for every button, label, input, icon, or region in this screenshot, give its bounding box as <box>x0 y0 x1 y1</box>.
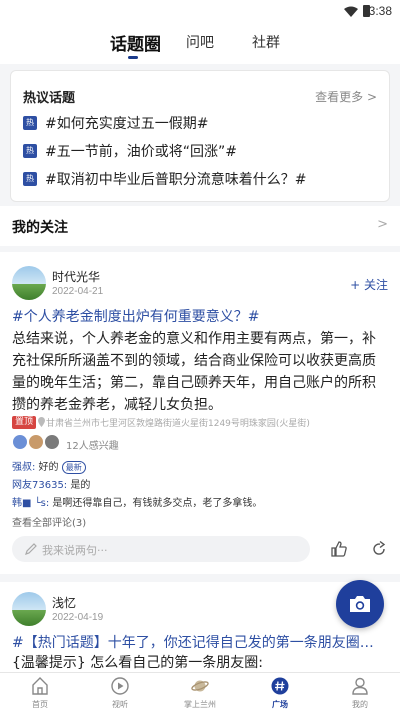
active-tab-indicator <box>128 56 138 59</box>
post-divider <box>0 574 400 582</box>
nav-home[interactable]: 首页 <box>0 673 80 711</box>
reply-placeholder: 我来说两句··· <box>42 544 108 557</box>
planet-icon <box>191 680 209 692</box>
status-bar: 3:38 <box>0 0 400 24</box>
hot-topics-card: 热议话题 查看更多 > 热 #如何充实度过五一假期# 热 #五一节前，油价或将“… <box>10 70 390 202</box>
play-icon <box>111 677 129 695</box>
tab-topic-circle[interactable]: 话题圈 <box>110 30 161 55</box>
comment-text: 是的 <box>67 480 91 491</box>
nav-profile[interactable]: 我的 <box>320 673 400 711</box>
pen-icon <box>25 543 37 555</box>
nav-label: 我的 <box>352 700 368 709</box>
nav-label: 广场 <box>272 700 288 709</box>
avatar <box>28 434 44 450</box>
nav-lanzhou[interactable]: 掌上兰州 <box>160 673 240 711</box>
nav-label: 首页 <box>32 700 48 709</box>
view-all-comments-link[interactable]: 查看全部评论(3) <box>12 514 86 529</box>
pinned-tag: 置顶 <box>12 416 37 429</box>
bottom-nav: 首页 视听 掌上兰州 广场 我的 <box>0 672 400 711</box>
post-date: 2022-04-19 <box>52 612 104 623</box>
hot-badge-icon: 热 <box>23 172 37 186</box>
top-tab-bar: 话题圈 问吧 社群 <box>0 24 400 64</box>
follow-button[interactable]: + 关注 <box>350 276 388 293</box>
latest-chip: 最新 <box>61 461 86 474</box>
hot-topics-title: 热议话题 <box>23 91 76 106</box>
comment-item[interactable]: 网友73635: 是的 <box>12 476 90 491</box>
tab-community[interactable]: 社群 <box>252 32 280 52</box>
avatar[interactable] <box>12 592 46 626</box>
hot-topic-text: #取消初中毕业后普职分流意味着什么？# <box>45 172 307 188</box>
comment-author: 强叔: <box>12 462 36 473</box>
hot-topic-text: #如何充实度过五一假期# <box>45 116 209 132</box>
camera-button[interactable] <box>336 580 384 628</box>
comment-item[interactable]: 强叔: 好的 最新 <box>12 458 86 474</box>
hashtag-icon <box>271 677 289 695</box>
comment-text: 好的 <box>35 462 62 473</box>
tab-ask[interactable]: 问吧 <box>186 32 214 52</box>
location-pin-icon <box>38 417 45 427</box>
post-location: 甘肃省兰州市七里河区敦煌路街道火星街1249号明珠家园(火星街) <box>46 419 310 429</box>
nav-label: 视听 <box>112 700 128 709</box>
nav-label: 掌上兰州 <box>184 700 216 709</box>
view-more-link[interactable]: 查看更多 > <box>315 88 377 105</box>
post-body[interactable]: {温馨提示} 怎么看自己的第一条朋友圈: <box>12 652 388 672</box>
user-icon <box>352 677 368 695</box>
wifi-icon <box>344 6 358 17</box>
post-topic[interactable]: #个人养老金制度出炉有何重要意义？# <box>12 306 259 326</box>
nav-video[interactable]: 视听 <box>80 673 160 711</box>
comment-author: 韩■ └s: <box>12 498 50 509</box>
comment-item[interactable]: 韩■ └s: 是啊还得靠自己，有钱就多交点，老了多拿钱。 <box>12 494 262 509</box>
my-follow-row[interactable]: 我的关注 > <box>0 206 400 246</box>
nav-square[interactable]: 广场 <box>240 673 320 711</box>
hot-topic-text: #五一节前，油价或将“回涨”# <box>45 144 237 160</box>
interest-count: 12人感兴趣 <box>66 441 119 452</box>
reply-input[interactable]: 我来说两句··· <box>12 536 310 562</box>
like-icon[interactable] <box>330 540 348 558</box>
post-author[interactable]: 浅忆 <box>52 594 76 611</box>
post-author[interactable]: 时代光华 <box>52 268 100 285</box>
camera-icon <box>350 596 370 612</box>
post-date: 2022-04-21 <box>52 286 104 297</box>
avatar <box>44 434 60 450</box>
home-icon <box>32 677 48 695</box>
post-body[interactable]: 总结来说，个人养老金的意义和作用主要有两点，第一，补充社保所所涵盖不到的领域，结… <box>12 328 388 416</box>
my-follow-label: 我的关注 <box>12 220 68 236</box>
share-icon[interactable] <box>370 540 388 558</box>
post-topic[interactable]: #【热门话题】十年了，你还记得自己发的第一条朋友圈… <box>12 632 374 652</box>
chevron-right-icon: > <box>377 217 388 232</box>
comment-text: 是啊还得靠自己，有钱就多交点，老了多拿钱。 <box>49 498 263 509</box>
hot-badge-icon: 热 <box>23 144 37 158</box>
hot-badge-icon: 热 <box>23 116 37 130</box>
status-time: 3:38 <box>368 4 392 18</box>
avatar <box>12 434 28 450</box>
avatar[interactable] <box>12 266 46 300</box>
comment-author: 网友73635: <box>12 480 68 491</box>
